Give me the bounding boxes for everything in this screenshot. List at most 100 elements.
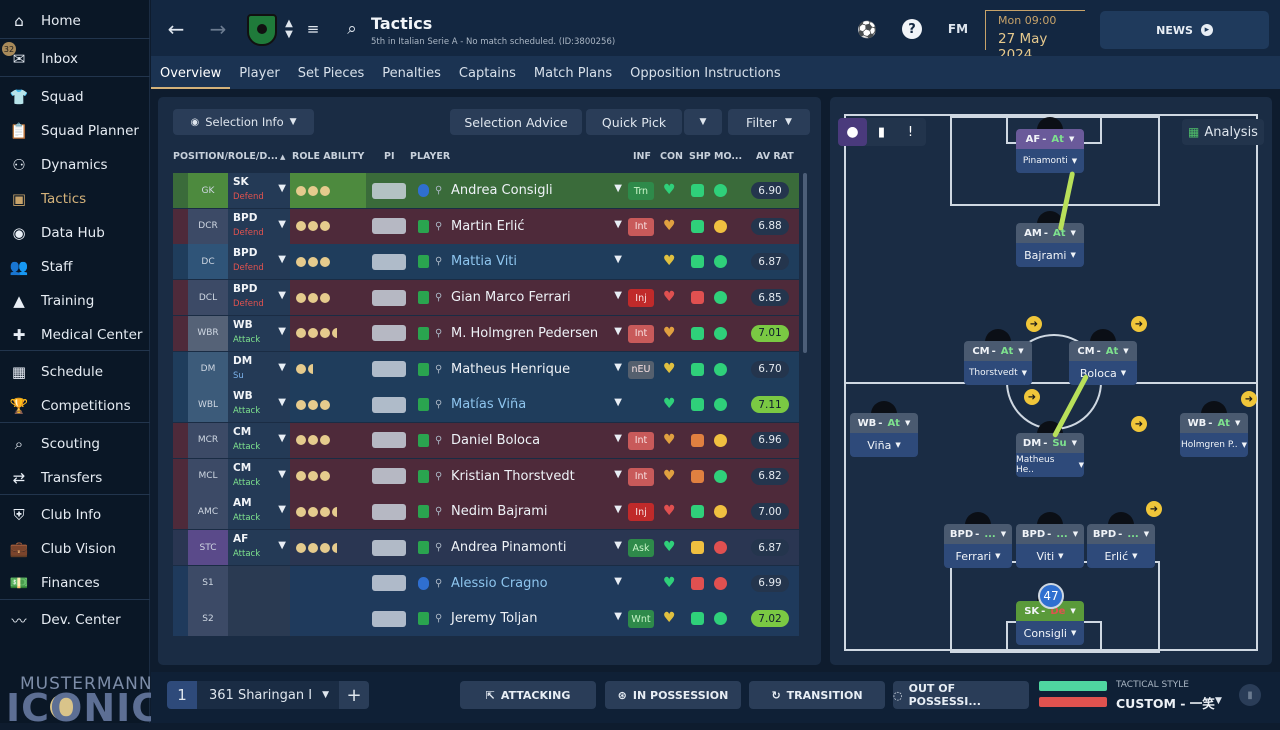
alert-icon[interactable]: ! (896, 118, 925, 146)
role-cell[interactable] (228, 565, 290, 601)
chevron-down-icon[interactable]: ▼ (614, 362, 622, 373)
chevron-down-icon[interactable]: ▼ (614, 290, 622, 301)
player-cell[interactable]: ⚲ Martin Erlić ▼ (411, 209, 626, 244)
club-badge[interactable] (247, 14, 277, 46)
chevron-down-icon[interactable]: ▼ (614, 611, 622, 622)
player-name[interactable]: Nedim Bajrami (451, 504, 547, 519)
player-name[interactable]: Matheus Henrique (451, 362, 570, 377)
player-instructions-cell[interactable] (366, 352, 411, 387)
card-role[interactable]: CM - At ▼ (964, 341, 1032, 361)
player-row[interactable]: S2 ⚲ Jeremy Toljan ▼ Wnt ♥ 7.02 (173, 601, 799, 638)
role-cell[interactable]: CM Attack ▼ (228, 458, 290, 494)
chevron-down-icon[interactable]: ▼ (614, 576, 622, 587)
sidebar-item-home[interactable]: ⌂ Home (0, 4, 150, 38)
card-role[interactable]: WB - At ▼ (850, 413, 918, 433)
col-av-rat[interactable]: AV RAT (756, 151, 794, 162)
role-cell[interactable] (228, 601, 290, 637)
col-pi[interactable]: PI (384, 151, 395, 162)
role-cell[interactable]: DM Su ▼ (228, 351, 290, 387)
sidebar-item-squad-planner[interactable]: 📋 Squad Planner (0, 114, 150, 148)
tab-captains[interactable]: Captains (450, 56, 525, 89)
analysis-button[interactable]: ▦ Analysis (1182, 119, 1264, 145)
player-row[interactable]: DCR BPD Defend ▼ ⚲ Martin Erlić ▼ Int ♥ 6.88 (173, 208, 799, 245)
player-name[interactable]: Andrea Pinamonti (451, 540, 566, 555)
pitch-player-card[interactable]: CM - At ▼ Thorstvedt ▼ (964, 341, 1032, 385)
role-cell[interactable]: AF Attack ▼ (228, 530, 290, 565)
chevron-down-icon[interactable]: ▼ (614, 469, 622, 480)
chevron-down-icon[interactable]: ▼ (614, 433, 622, 444)
sidebar-item-dynamics[interactable]: ⚇ Dynamics (0, 148, 150, 182)
col-position[interactable]: POSITION/ROLE/D... (173, 151, 278, 162)
tab-match-plans[interactable]: Match Plans (525, 56, 621, 89)
chevron-down-icon[interactable]: ▼ (614, 326, 622, 337)
player-cell[interactable]: ⚲ Daniel Boloca ▼ (411, 423, 626, 458)
tactic-slot-number[interactable]: 1 (167, 681, 197, 709)
tactic-selector[interactable]: 361 Sharingan I ▼ (197, 681, 339, 709)
tab-overview[interactable]: Overview (151, 56, 231, 89)
search-icon[interactable]: ⌕ (341, 18, 363, 40)
player-name[interactable]: Martin Erlić (451, 219, 525, 234)
card-role[interactable]: AM - At ▼ (1016, 223, 1084, 243)
player-row[interactable]: WBL WB Attack ▼ ⚲ Matías Viña ▼ ♥ 7.11 (173, 387, 799, 424)
sidebar-item-medical-center[interactable]: ✚ Medical Center (0, 318, 150, 352)
sidebar-item-competitions[interactable]: 🏆 Competitions (0, 389, 150, 423)
quick-pick-dropdown[interactable]: ▼ (684, 109, 722, 135)
sidebar-item-club-info[interactable]: ⛨ Club Info (0, 498, 150, 532)
player-instructions-cell[interactable] (366, 173, 411, 208)
player-instructions-cell[interactable] (366, 494, 411, 529)
sidebar-item-tactics[interactable]: ▣ Tactics (0, 182, 150, 216)
tactical-style-value[interactable]: CUSTOM - 一笑 (1116, 693, 1215, 712)
chevron-down-icon[interactable]: ▼ (614, 397, 622, 408)
player-instructions-cell[interactable] (366, 209, 411, 244)
card-role[interactable]: BPD -... ▼ (1087, 524, 1155, 544)
sidebar-item-staff[interactable]: 👥 Staff (0, 250, 150, 284)
col-player[interactable]: PLAYER (410, 151, 450, 162)
card-player[interactable]: Viña ▼ (850, 433, 918, 457)
player-name[interactable]: Matías Viña (451, 397, 526, 412)
player-instructions-cell[interactable] (366, 387, 411, 422)
col-con[interactable]: CON (660, 151, 683, 162)
card-role[interactable]: DM - Su ▼ (1016, 433, 1084, 453)
player-cell[interactable]: ⚲ Matías Viña ▼ (411, 387, 626, 422)
card-player[interactable]: Consigli ▼ (1016, 621, 1084, 645)
tab-penalties[interactable]: Penalties (373, 56, 450, 89)
player-row[interactable]: MCR CM Attack ▼ ⚲ Daniel Boloca ▼ Int ♥ 6.96 (173, 422, 799, 459)
card-player[interactable]: Erlić ▼ (1087, 544, 1155, 568)
player-name[interactable]: Andrea Consigli (451, 183, 553, 198)
card-role[interactable]: WB - At ▼ (1180, 413, 1248, 433)
player-instructions-cell[interactable] (366, 316, 411, 351)
sidebar-item-training[interactable]: ▲ Training (0, 284, 150, 318)
card-player[interactable]: Bajrami ▼ (1016, 243, 1084, 267)
forward-arrow-icon[interactable]: → (207, 17, 229, 41)
sidebar-item-transfers[interactable]: ⇄ Transfers (0, 461, 150, 495)
list-scrollbar[interactable] (803, 173, 807, 353)
pitch-player-card[interactable]: WB - At ▼ Viña ▼ (850, 413, 918, 457)
player-cell[interactable]: ⚲ Kristian Thorstvedt ▼ (411, 459, 626, 494)
role-cell[interactable]: BPD Defend ▼ (228, 208, 290, 244)
player-row[interactable]: STC AF Attack ▼ ⚲ Andrea Pinamonti ▼ Ask ♥ 6.87 (173, 530, 799, 566)
fm-logo[interactable]: FM (946, 19, 970, 39)
player-instructions-cell[interactable] (366, 244, 411, 279)
card-player[interactable]: Holmgren P.. ▼ (1180, 433, 1248, 457)
sidebar-item-finances[interactable]: 💵 Finances (0, 566, 150, 600)
player-name[interactable]: Kristian Thorstvedt (451, 469, 575, 484)
style-chart-icon[interactable]: ▮ (1239, 684, 1261, 706)
player-name[interactable]: Jeremy Toljan (451, 611, 538, 626)
in-possession-button[interactable]: ⊛ IN POSSESSION (605, 681, 741, 709)
quick-pick-button[interactable]: Quick Pick (586, 109, 682, 135)
sidebar-item-scouting[interactable]: ⌕ Scouting (0, 427, 150, 461)
col-inf[interactable]: INF (633, 151, 651, 162)
chevron-down-icon[interactable]: ▼ (614, 540, 622, 551)
player-row[interactable]: DM DM Su ▼ ⚲ Matheus Henrique ▼ nEU ♥ 6.70 (173, 351, 799, 388)
card-role[interactable]: AF - At ▼ (1016, 129, 1084, 149)
role-cell[interactable]: AM Attack ▼ (228, 494, 290, 530)
player-instructions-cell[interactable] (366, 601, 411, 636)
player-cell[interactable]: ⚲ Andrea Consigli ▼ (411, 173, 626, 208)
sidebar-item-squad[interactable]: 👕 Squad (0, 80, 150, 114)
player-cell[interactable]: ⚲ Nedim Bajrami ▼ (411, 494, 626, 529)
player-name[interactable]: M. Holmgren Pedersen (451, 326, 598, 341)
out-of-possession-button[interactable]: ◌ OUT OF POSSESSI... (893, 681, 1029, 709)
sidebar-item-inbox[interactable]: ✉ Inbox (0, 42, 150, 76)
player-row[interactable]: WBR WB Attack ▼ ⚲ M. Holmgren Pedersen ▼ Int ♥ 7.… (173, 315, 799, 352)
tab-player[interactable]: Player (230, 56, 288, 89)
